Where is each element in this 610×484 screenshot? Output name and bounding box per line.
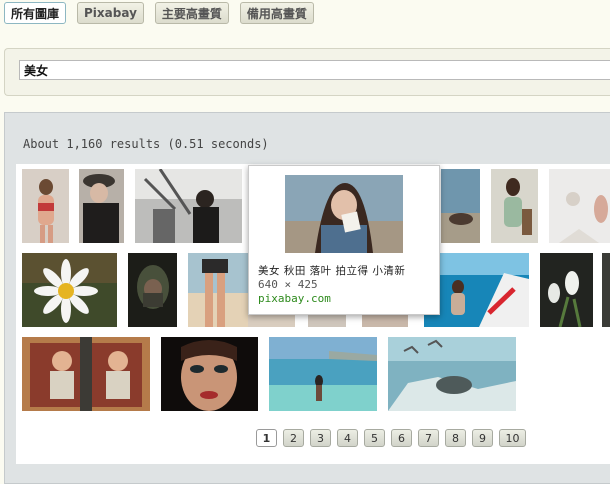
thumbnail-image[interactable]: [135, 169, 242, 243]
preview-title: 美女 秋田 落叶 拍立得 小清新: [258, 265, 406, 277]
thumbnail-image[interactable]: [540, 253, 593, 327]
source-tabs: 所有圖庫 Pixabay 主要高畫質 備用高畫質: [4, 2, 314, 26]
preview-source-link[interactable]: pixabay.com: [258, 292, 331, 305]
page-8-button[interactable]: 8: [445, 429, 466, 447]
thumbnail-image[interactable]: [128, 253, 177, 327]
page-5-button[interactable]: 5: [364, 429, 385, 447]
tab-pixabay[interactable]: Pixabay: [77, 2, 144, 24]
thumbnail-image[interactable]: [22, 337, 150, 411]
thumbnail-image[interactable]: [22, 169, 69, 243]
search-bar: [4, 48, 610, 96]
thumbnail-image[interactable]: [602, 253, 610, 327]
thumbnail-image[interactable]: [441, 169, 480, 243]
thumbnail-image[interactable]: [269, 337, 377, 411]
thumbnail-image[interactable]: [248, 313, 295, 327]
thumbnail-image[interactable]: [22, 253, 117, 327]
tab-all-galleries[interactable]: 所有圖庫: [4, 2, 67, 24]
thumbnail-image[interactable]: [308, 313, 346, 327]
page-6-button[interactable]: 6: [391, 429, 412, 447]
preview-dimensions: 640 × 425: [258, 278, 318, 291]
search-input[interactable]: [19, 60, 610, 80]
thumbnail-image[interactable]: [388, 337, 516, 411]
page-9-button[interactable]: 9: [472, 429, 493, 447]
page-2-button[interactable]: 2: [283, 429, 304, 447]
tab-backup-hd[interactable]: 備用高畫質: [239, 2, 314, 24]
tab-main-hd[interactable]: 主要高畫質: [154, 2, 229, 24]
pagination: 1 2 3 4 5 6 7 8 9 10: [256, 429, 526, 447]
thumbnail-image[interactable]: [161, 337, 258, 411]
results-count: About 1,160 results (0.51 seconds): [23, 137, 269, 151]
page-4-button[interactable]: 4: [337, 429, 358, 447]
image-preview-popup[interactable]: 美女 秋田 落叶 拍立得 小清新 640 × 425 pixabay.com: [248, 165, 440, 315]
thumbnail-image[interactable]: [549, 169, 610, 243]
thumbnail-image[interactable]: [79, 169, 124, 243]
page-3-button[interactable]: 3: [310, 429, 331, 447]
thumbnail-image[interactable]: [188, 253, 248, 327]
page-7-button[interactable]: 7: [418, 429, 439, 447]
page-1-button[interactable]: 1: [256, 429, 277, 447]
preview-image[interactable]: [285, 175, 403, 253]
page-10-button[interactable]: 10: [499, 429, 526, 447]
thumbnail-image[interactable]: [491, 169, 538, 243]
thumbnail-image[interactable]: [362, 313, 408, 327]
